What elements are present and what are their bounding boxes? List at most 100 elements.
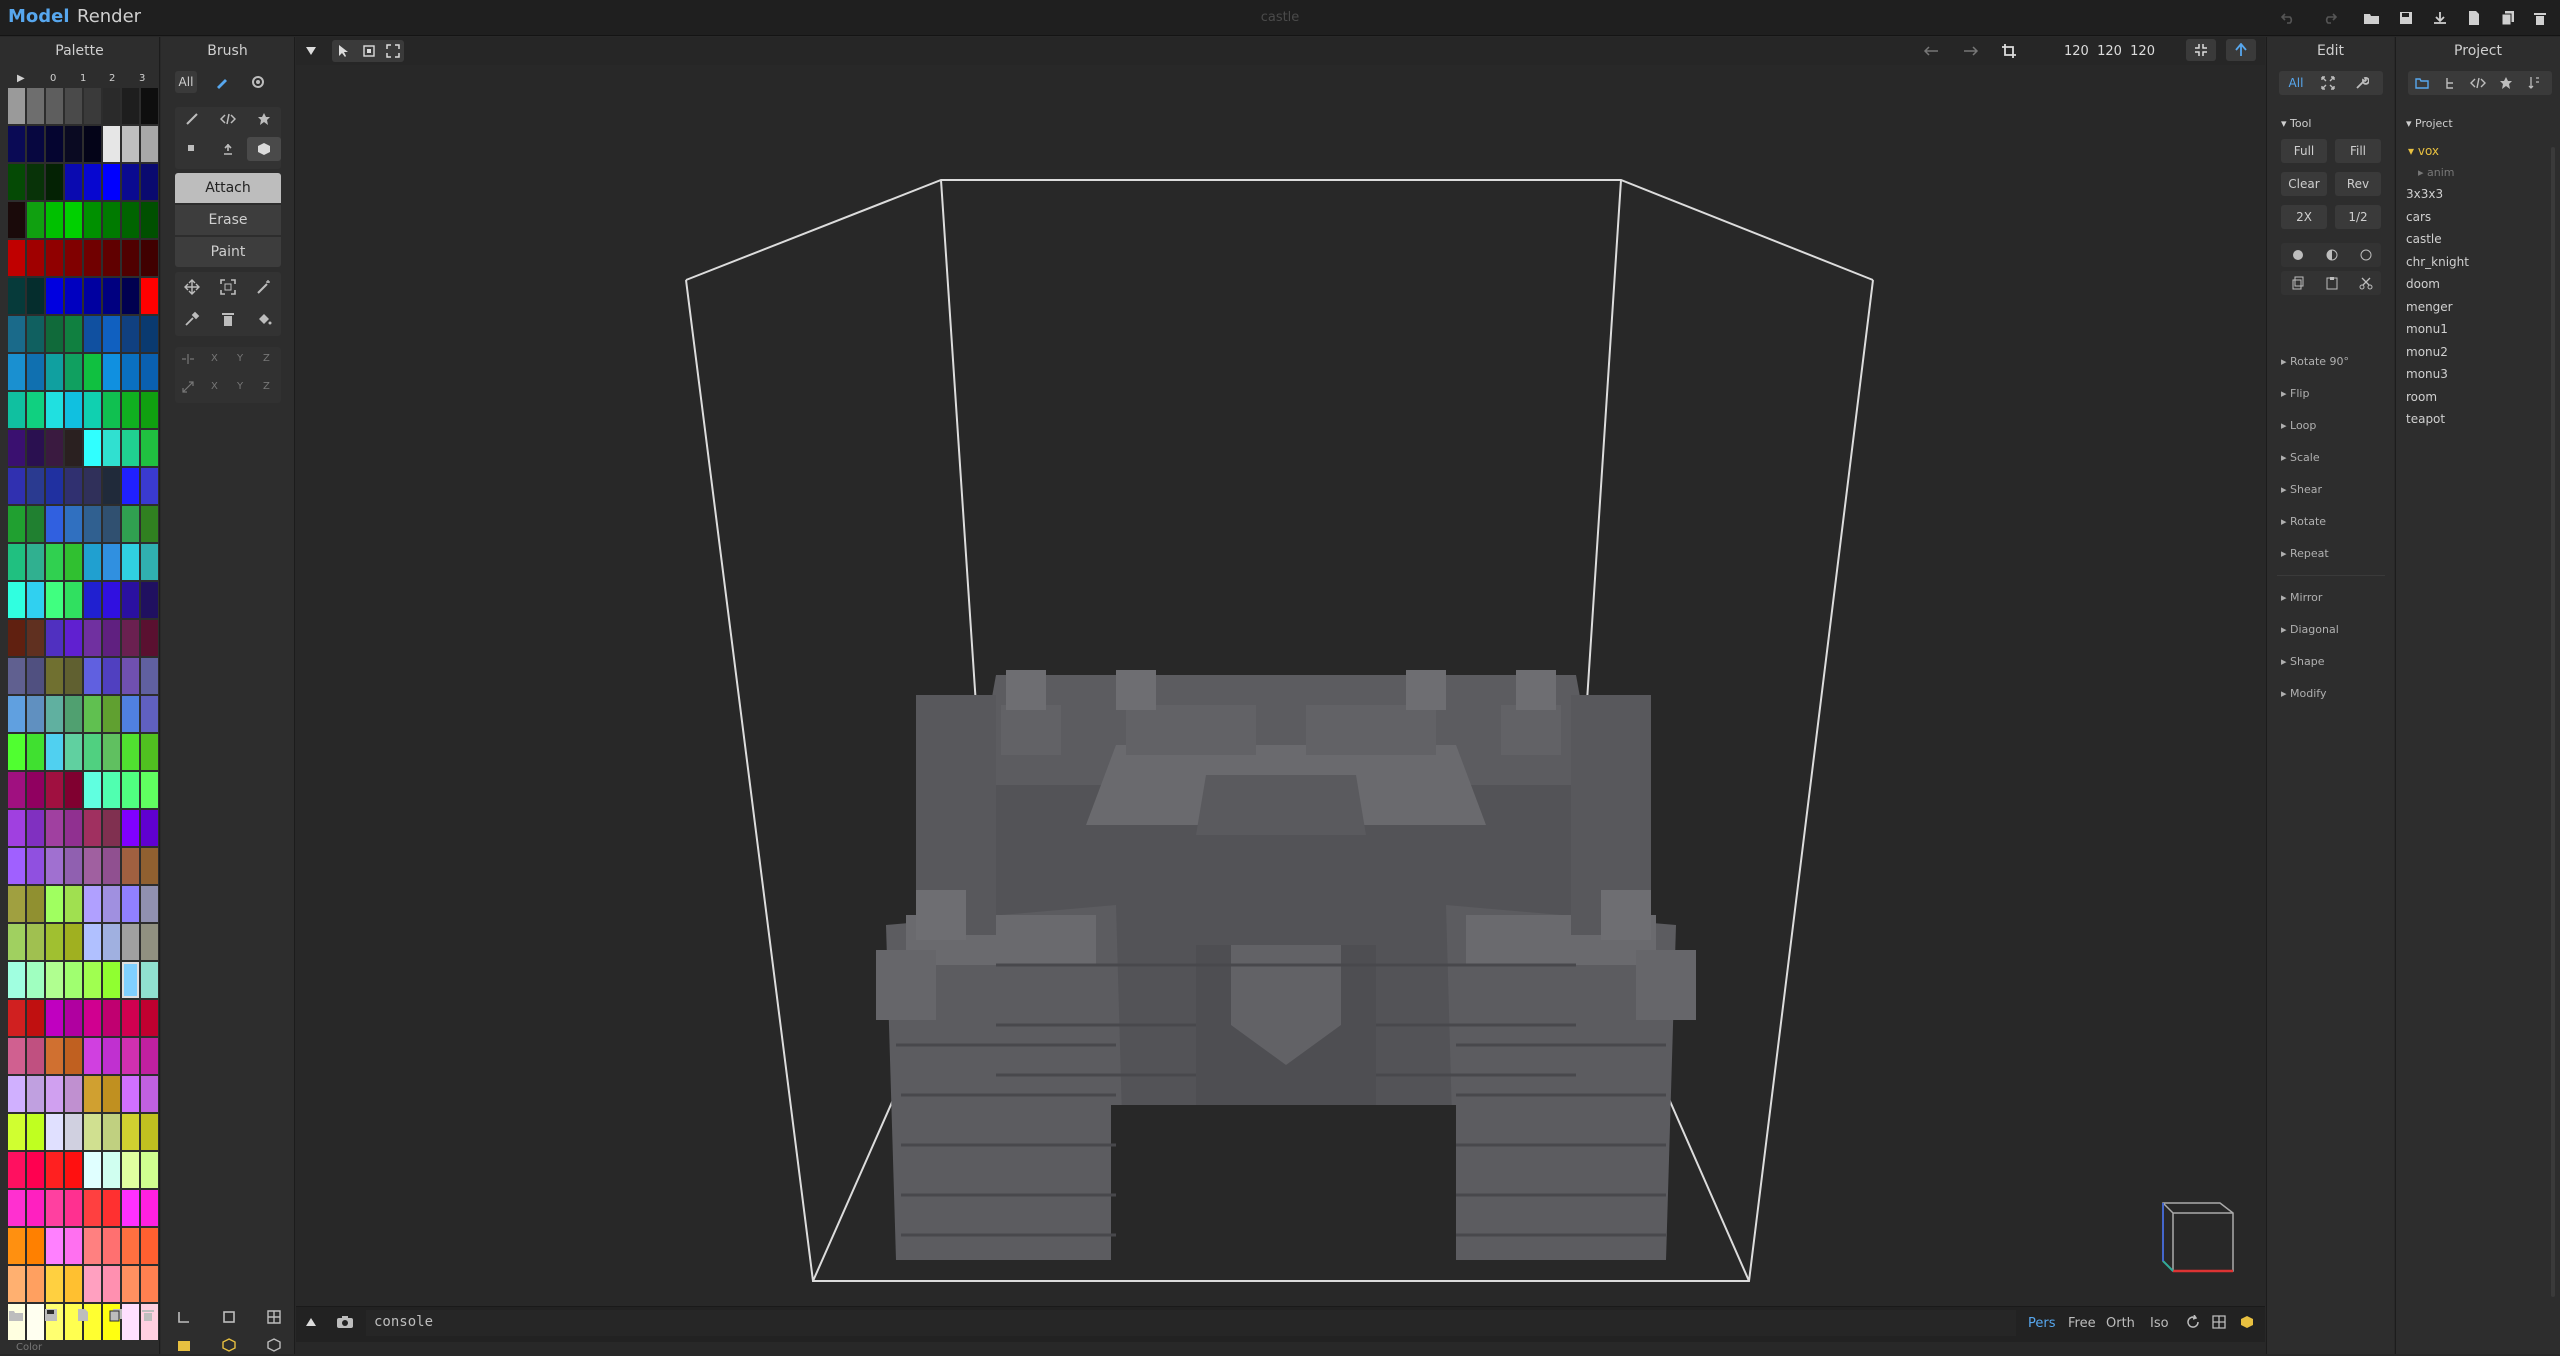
palette-page-play[interactable]: ▶ xyxy=(17,73,25,84)
palette-swatch[interactable] xyxy=(84,1190,101,1226)
palette-swatch[interactable] xyxy=(122,430,139,466)
palette-swatch[interactable] xyxy=(122,1000,139,1036)
palette-swatch[interactable] xyxy=(8,1114,25,1150)
palette-swatch[interactable] xyxy=(46,316,63,352)
palette-swatch[interactable] xyxy=(84,582,101,618)
palette-swatch[interactable] xyxy=(103,924,120,960)
palette-swatch[interactable] xyxy=(141,658,158,694)
palette-swatch[interactable] xyxy=(141,430,158,466)
palette-swatch[interactable] xyxy=(122,1076,139,1112)
palette-swatch[interactable] xyxy=(141,582,158,618)
palette-swatch[interactable] xyxy=(141,848,158,884)
palette-swatch[interactable] xyxy=(46,1038,63,1074)
palette-swatch[interactable] xyxy=(84,316,101,352)
palette-swatch[interactable] xyxy=(141,278,158,314)
palette-swatch[interactable] xyxy=(8,848,25,884)
palette-swatch[interactable] xyxy=(122,658,139,694)
palette-swatch[interactable] xyxy=(141,354,158,390)
palette-swatch[interactable] xyxy=(8,772,25,808)
palette-swatch[interactable] xyxy=(141,1266,158,1302)
palette-swatch[interactable] xyxy=(103,620,120,656)
palette-swatch[interactable] xyxy=(8,278,25,314)
folder-vox[interactable]: ▾ vox xyxy=(2408,144,2439,158)
palette-swatch[interactable] xyxy=(141,164,158,200)
palette-swatch[interactable] xyxy=(103,430,120,466)
palette-swatch[interactable] xyxy=(8,392,25,428)
palette-swatch[interactable] xyxy=(103,886,120,922)
3d-viewport[interactable]: 120 120 120 xyxy=(296,37,2265,1305)
circle-half-icon[interactable] xyxy=(2315,243,2348,267)
palette-delete-icon[interactable] xyxy=(142,1307,154,1327)
palette-swatch[interactable] xyxy=(65,354,82,390)
palette-swatch[interactable] xyxy=(46,1114,63,1150)
palette-swatch[interactable] xyxy=(103,354,120,390)
palette-swatch[interactable] xyxy=(27,126,44,162)
palette-swatch[interactable] xyxy=(27,620,44,656)
palette-swatch[interactable] xyxy=(141,734,158,770)
brush-paint-icon[interactable] xyxy=(205,70,239,94)
palette-swatch[interactable] xyxy=(46,658,63,694)
palette-swatch[interactable] xyxy=(65,582,82,618)
folder-anim[interactable]: ▸ anim xyxy=(2418,166,2455,179)
axis-x[interactable]: X xyxy=(211,381,218,392)
palette-swatch[interactable] xyxy=(103,848,120,884)
palette-swatch[interactable] xyxy=(27,506,44,542)
palette-swatch[interactable] xyxy=(141,506,158,542)
palette-swatch[interactable] xyxy=(46,430,63,466)
palette-swatch[interactable] xyxy=(84,810,101,846)
project-scrollbar[interactable] xyxy=(2551,147,2555,1297)
palette-swatch[interactable] xyxy=(122,1114,139,1150)
palette-swatch[interactable] xyxy=(46,962,63,998)
palette-swatch[interactable] xyxy=(65,696,82,732)
palette-swatch[interactable] xyxy=(65,126,82,162)
edit-filter-all[interactable]: All xyxy=(2281,73,2311,93)
palette-swatch[interactable] xyxy=(65,848,82,884)
palette-swatch[interactable] xyxy=(122,696,139,732)
project-file-item[interactable]: 3x3x3 xyxy=(2406,187,2443,201)
palette-swatch[interactable] xyxy=(84,468,101,504)
redo-icon[interactable] xyxy=(2320,8,2340,28)
palette-swatch[interactable] xyxy=(122,354,139,390)
palette-swatch[interactable] xyxy=(103,810,120,846)
palette-swatch[interactable] xyxy=(141,468,158,504)
arrow-right-icon[interactable] xyxy=(1956,39,1986,63)
project-file-item[interactable]: teapot xyxy=(2406,412,2445,426)
palette-swatch[interactable] xyxy=(141,620,158,656)
line-tool-icon[interactable] xyxy=(175,107,209,131)
palette-swatch[interactable] xyxy=(65,1038,82,1074)
undo-icon[interactable] xyxy=(2278,8,2298,28)
project-file-item[interactable]: castle xyxy=(2406,232,2442,246)
palette-swatch[interactable] xyxy=(141,1114,158,1150)
arrow-left-icon[interactable] xyxy=(1916,39,1946,63)
palette-swatch[interactable] xyxy=(46,278,63,314)
palette-swatch[interactable] xyxy=(122,544,139,580)
pointer-icon[interactable] xyxy=(330,39,356,63)
palette-swatch[interactable] xyxy=(103,544,120,580)
paste-icon[interactable] xyxy=(2315,271,2348,295)
palette-swatch[interactable] xyxy=(103,126,120,162)
palette-swatch[interactable] xyxy=(103,1228,120,1264)
palette-swatch[interactable] xyxy=(65,620,82,656)
magic-wand-icon[interactable] xyxy=(247,275,281,299)
palette-swatch[interactable] xyxy=(122,164,139,200)
paint-mode-button[interactable]: Paint xyxy=(175,237,281,267)
palette-swatch[interactable] xyxy=(141,1152,158,1188)
palette-swatch[interactable] xyxy=(84,1076,101,1112)
palette-page-0[interactable]: 0 xyxy=(50,73,56,84)
palette-swatch[interactable] xyxy=(103,1152,120,1188)
face-tool-icon[interactable] xyxy=(211,137,245,161)
palette-swatch[interactable] xyxy=(84,240,101,276)
palette-swatch[interactable] xyxy=(84,202,101,238)
edit-section-1[interactable]: ▸ Flip xyxy=(2281,387,2309,400)
palette-swatch[interactable] xyxy=(27,468,44,504)
palette-swatch[interactable] xyxy=(103,1000,120,1036)
palette-swatch[interactable] xyxy=(103,316,120,352)
palette-swatch[interactable] xyxy=(8,1152,25,1188)
palette-swatch[interactable] xyxy=(141,962,158,998)
palette-page-2[interactable]: 2 xyxy=(109,73,115,84)
palette-new-icon[interactable] xyxy=(77,1307,89,1327)
palette-swatch[interactable] xyxy=(141,1228,158,1264)
palette-swatch[interactable] xyxy=(27,810,44,846)
palette-swatch[interactable] xyxy=(65,392,82,428)
palette-swatch[interactable] xyxy=(27,658,44,694)
